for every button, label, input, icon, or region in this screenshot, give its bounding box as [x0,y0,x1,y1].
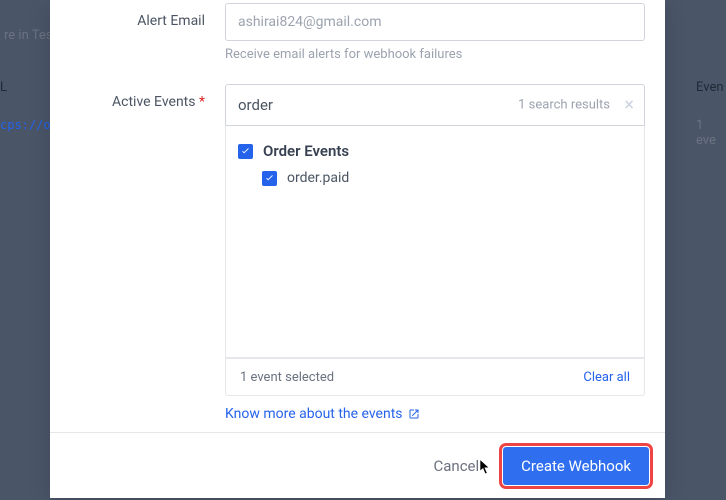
bg-right-count: 1 eve [696,118,726,148]
check-icon [264,173,275,184]
bg-test-banner: re in Test [4,28,57,43]
event-search-wrap: 1 search results × [225,84,645,126]
bg-col-header: L [0,80,7,95]
group-label: Order Events [263,142,349,160]
group-checkbox[interactable] [238,144,253,159]
active-events-label: Active Events [112,94,195,110]
clear-all-link[interactable]: Clear all [583,370,630,385]
external-link-icon [408,408,420,420]
event-group[interactable]: Order Events [238,138,632,164]
alert-email-row: Alert Email Receive email alerts for web… [50,0,665,62]
required-marker: * [199,94,205,110]
modal-footer: Cancel Create Webhook [50,432,665,498]
item-label: order.paid [287,170,349,186]
alert-email-input[interactable] [225,3,645,41]
bg-url-text: cps://o [0,118,51,132]
selected-count: 1 event selected [240,370,334,385]
event-item[interactable]: order.paid [238,164,632,190]
alert-email-label: Alert Email [70,3,225,62]
search-results-count: 1 search results [518,98,610,113]
create-webhook-modal: Alert Email Receive email alerts for web… [50,0,665,498]
events-footer: 1 event selected Clear all [225,358,645,396]
active-events-row: Active Events * 1 search results × Order… [50,62,665,396]
bg-right-header: Even [696,80,724,95]
events-list: Order Events order.paid [225,126,645,358]
know-more-link[interactable]: Know more about the events [225,406,420,422]
cancel-button[interactable]: Cancel [425,449,487,483]
check-icon [240,146,251,157]
know-more-text: Know more about the events [225,406,403,422]
alert-email-helper: Receive email alerts for webhook failure… [225,47,645,62]
item-checkbox[interactable] [262,171,277,186]
create-webhook-button[interactable]: Create Webhook [503,447,649,485]
clear-search-icon[interactable]: × [624,95,634,116]
